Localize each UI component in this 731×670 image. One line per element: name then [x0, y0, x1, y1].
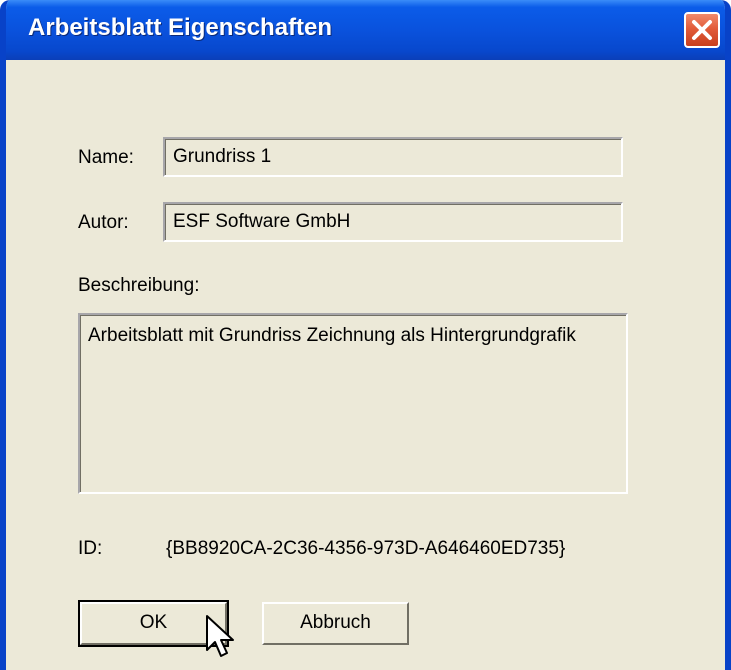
id-value: {BB8920CA-2C36-4356-973D-A646460ED735}: [166, 538, 566, 559]
cancel-button[interactable]: Abbruch: [262, 602, 409, 645]
name-field[interactable]: Grundriss 1: [163, 137, 623, 177]
description-label: Beschreibung:: [78, 275, 200, 296]
mouse-pointer-icon: [206, 615, 234, 657]
close-icon: [692, 20, 712, 40]
author-label: Autor:: [78, 212, 129, 233]
description-field[interactable]: Arbeitsblatt mit Grundriss Zeichnung als…: [78, 313, 628, 494]
title-bar[interactable]: Arbeitsblatt Eigenschaften: [6, 0, 725, 60]
dialog-window: Arbeitsblatt Eigenschaften Name: Grundri…: [0, 0, 731, 670]
window-title: Arbeitsblatt Eigenschaften: [28, 14, 333, 41]
close-button[interactable]: [684, 12, 720, 48]
name-label: Name:: [78, 147, 134, 168]
author-field[interactable]: ESF Software GmbH: [163, 202, 623, 242]
id-label: ID:: [78, 538, 103, 559]
